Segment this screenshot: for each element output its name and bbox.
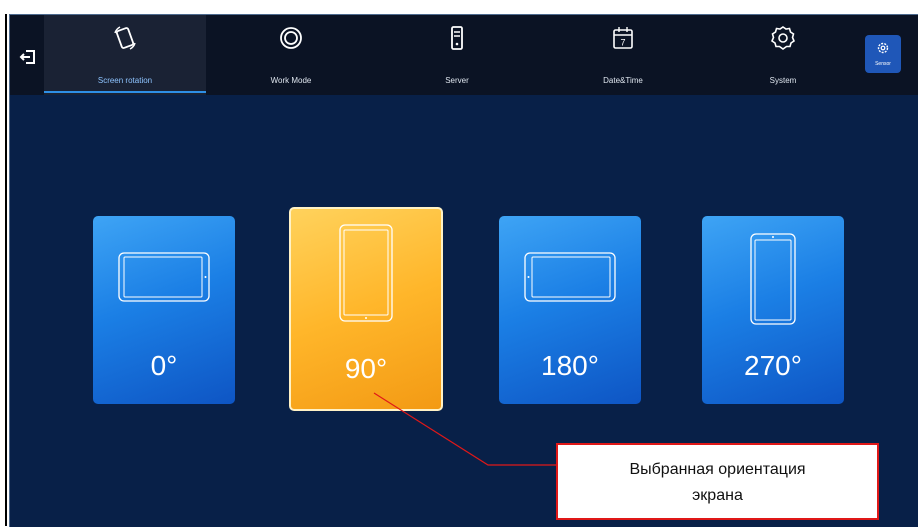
callout-box: Выбранная ориентация экрана [556,443,879,520]
callout-line-1: Выбранная ориентация [629,461,806,478]
callout-line-2: экрана [692,487,743,504]
